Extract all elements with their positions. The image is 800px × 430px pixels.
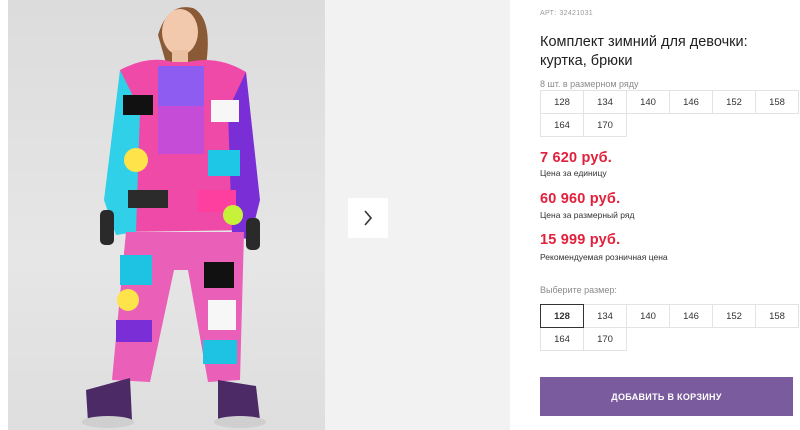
size-option-158[interactable]: 158 [755, 304, 799, 328]
pack-size-cell: 170 [583, 113, 627, 137]
size-selector-label: Выберите размер: [540, 285, 617, 295]
pack-sizes-grid: 128 134 140 146 152 158 164 170 [540, 90, 799, 137]
product-info: АРТ: 32421031 Комплект зимний для девочк… [540, 0, 800, 430]
sku-label: АРТ: [540, 10, 557, 17]
size-option-170[interactable]: 170 [583, 327, 627, 351]
row-price-label: Цена за размерный ряд [540, 210, 635, 220]
pack-size-cell: 140 [626, 90, 670, 114]
size-option-146[interactable]: 146 [669, 304, 713, 328]
size-option-164[interactable]: 164 [540, 327, 584, 351]
pack-size-cell: 152 [712, 90, 756, 114]
product-photo-illustration [82, 7, 266, 428]
size-selector: 128 134 140 146 152 158 164 170 [540, 304, 799, 351]
add-to-cart-button[interactable]: ДОБАВИТЬ В КОРЗИНУ [540, 377, 793, 416]
chevron-right-icon [364, 210, 373, 226]
product-photo[interactable] [8, 0, 325, 430]
unit-price: 7 620 руб. [540, 150, 613, 166]
retail-price: 15 999 руб. [540, 232, 621, 248]
product-gallery [0, 0, 510, 430]
size-option-128[interactable]: 128 [540, 304, 584, 328]
pack-size-cell: 128 [540, 90, 584, 114]
size-option-152[interactable]: 152 [712, 304, 756, 328]
unit-price-label: Цена за единицу [540, 168, 607, 178]
pack-size-cell: 146 [669, 90, 713, 114]
pack-size-cell: 158 [755, 90, 799, 114]
sku-value: 32421031 [559, 10, 593, 17]
page-title: Комплект зимний для девочки: куртка, брю… [540, 34, 748, 69]
row-price: 60 960 руб. [540, 191, 621, 207]
size-option-134[interactable]: 134 [583, 304, 627, 328]
sku: АРТ: 32421031 [540, 10, 593, 17]
pack-size-cell: 134 [583, 90, 627, 114]
retail-price-label: Рекомендуемая розничная цена [540, 252, 668, 262]
size-option-140[interactable]: 140 [626, 304, 670, 328]
pack-note: 8 шт. в размерном ряду [540, 79, 639, 89]
gallery-next-button[interactable] [348, 198, 388, 238]
pack-size-cell: 164 [540, 113, 584, 137]
